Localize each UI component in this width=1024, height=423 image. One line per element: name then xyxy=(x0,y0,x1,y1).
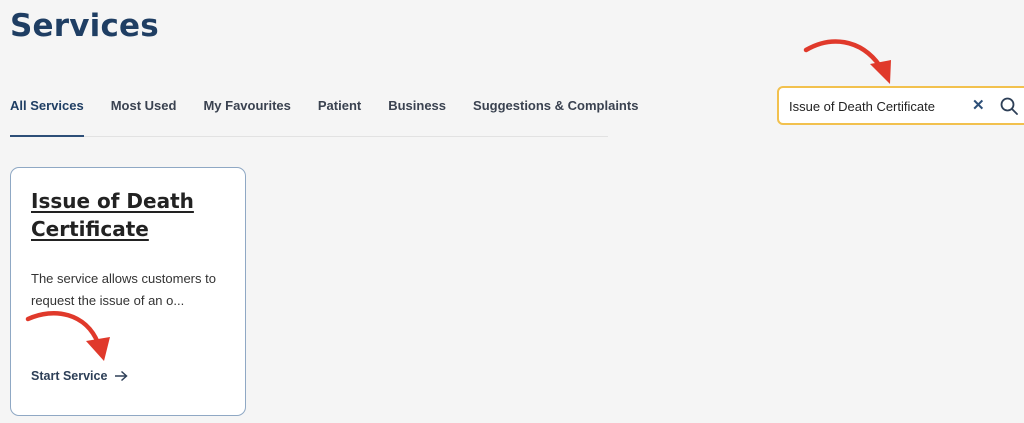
tab-patient[interactable]: Patient xyxy=(318,90,361,136)
tab-most-used[interactable]: Most Used xyxy=(111,90,177,136)
close-icon[interactable]: ✕ xyxy=(972,94,985,118)
annotation-arrow-icon xyxy=(803,39,891,84)
search-box: ✕ xyxy=(777,86,1024,125)
tab-business[interactable]: Business xyxy=(388,90,446,136)
tab-my-favourites[interactable]: My Favourites xyxy=(203,90,290,136)
page-title: Services xyxy=(10,8,159,44)
start-service-button[interactable]: Start Service xyxy=(31,369,129,383)
service-card[interactable]: Issue of Death Certificate The service a… xyxy=(10,167,246,416)
search-icon[interactable] xyxy=(999,96,1019,116)
tab-all-services[interactable]: All Services xyxy=(10,90,84,137)
arrow-right-icon xyxy=(115,370,129,382)
service-card-description: The service allows customers to request … xyxy=(31,271,216,308)
search-input[interactable] xyxy=(789,96,959,116)
service-card-title[interactable]: Issue of Death Certificate xyxy=(31,187,231,243)
tab-suggestions-complaints[interactable]: Suggestions & Complaints xyxy=(473,90,638,136)
service-tabs: All Services Most Used My Favourites Pat… xyxy=(10,90,638,137)
start-service-label: Start Service xyxy=(31,369,108,383)
